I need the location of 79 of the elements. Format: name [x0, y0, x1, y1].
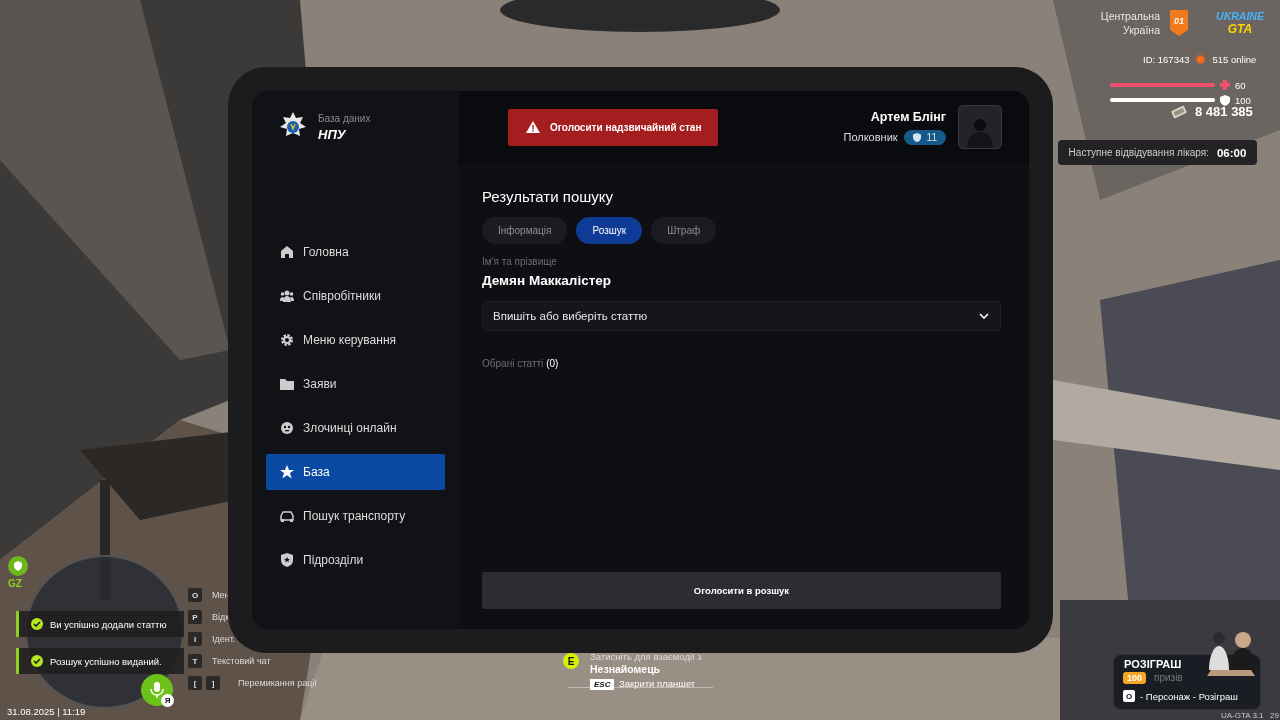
brand-title: НПУ — [318, 126, 347, 142]
nav-item[interactable]: База — [266, 454, 445, 490]
health-value: 60 — [1235, 80, 1246, 91]
mask-icon — [280, 421, 294, 435]
region-number: 01 — [1173, 16, 1185, 26]
check-icon — [31, 618, 43, 630]
close-hint: Закрити планшет — [619, 678, 696, 689]
cash-icon — [1171, 104, 1187, 119]
game-logo: UKRAINE GTA — [1215, 10, 1266, 38]
doctor-time: 06:00 — [1216, 146, 1247, 159]
field-label: Ім'я та прізвище — [482, 256, 558, 267]
car-icon — [280, 509, 294, 523]
folder-icon — [280, 377, 294, 391]
version-label: UA-GTA 3.1 — [1221, 711, 1264, 720]
article-select[interactable]: Впишіть або виберіть статтю — [482, 301, 1001, 331]
nav-item[interactable]: Меню керування — [266, 322, 445, 358]
doctor-label: Наступне відвідування лікаря: — [1068, 147, 1209, 158]
nav-item[interactable]: Заяви — [266, 366, 445, 402]
interaction-target: Незнайомець — [590, 663, 661, 675]
keybind-label: Ідент. — [212, 634, 236, 644]
interaction-hint: Затисніть для взаємодії з — [590, 651, 702, 662]
key-cap: ESC — [590, 679, 615, 690]
key-cap: P — [188, 610, 202, 624]
armor-value: 100 — [1235, 95, 1251, 106]
promo-path: - Персонаж - Розіграш — [1140, 690, 1238, 702]
region-name: Центральна Україна — [1100, 9, 1160, 37]
check-icon — [31, 655, 43, 667]
keybind-label: Перемикання рації — [238, 678, 317, 688]
date-time: 31.08.2025 | 11:19 — [7, 706, 86, 717]
notification-text: Розшук успішно виданий. — [50, 655, 162, 667]
online-dot-icon — [1197, 56, 1205, 63]
money-amount: 8 481 385 — [1195, 104, 1253, 119]
key-cap: O — [1123, 690, 1135, 702]
person-name: Демян Маккалістер — [482, 273, 613, 288]
shield-icon — [1220, 95, 1230, 106]
key-cap: [ — [188, 676, 202, 690]
wanted-button[interactable]: Оголосити в розшук — [482, 572, 1001, 609]
brand-subtitle: База даних — [318, 112, 371, 124]
shield-icon — [912, 132, 921, 142]
nav-item[interactable]: Головна — [266, 234, 445, 270]
nav-item[interactable]: Злочинці онлайн — [266, 410, 445, 446]
star-icon — [280, 465, 294, 479]
section-heading: Результати пошуку — [482, 188, 614, 205]
health-icon — [1220, 80, 1230, 91]
tab[interactable]: Розшук — [576, 217, 643, 244]
microphone-icon — [148, 680, 166, 700]
emergency-button[interactable]: Оголосити надзвичайний стан — [508, 108, 719, 146]
key-cap: T — [188, 654, 202, 668]
settings-icon — [280, 333, 294, 347]
tab[interactable]: Штраф — [651, 217, 717, 244]
prize-count: 100 — [1123, 672, 1147, 684]
nav-item[interactable]: Співробітники — [266, 278, 445, 314]
key-cap: ] — [206, 676, 220, 690]
level-badge: 11 — [903, 129, 946, 145]
people-icon — [280, 289, 294, 303]
zone-shield-icon — [8, 556, 28, 576]
corner-number: 29 — [1270, 711, 1279, 720]
home-icon — [280, 245, 294, 259]
warning-icon — [526, 121, 540, 133]
shield-icon — [280, 553, 294, 567]
selected-articles-label: Обрані статті (0) — [482, 358, 560, 369]
person-silhouette-icon — [965, 116, 995, 148]
keybind-label: Текстовий чат — [212, 656, 271, 666]
player-id: ID: 167343 — [1143, 54, 1190, 65]
chevron-down-icon — [979, 313, 989, 319]
notification-text: Ви успішно додали статтю — [50, 618, 167, 630]
promo-title: РОЗІГРАШ — [1124, 658, 1182, 670]
prize-label: призів — [1154, 672, 1183, 683]
nav-item[interactable]: Пошук транспорту — [266, 498, 445, 534]
zone-label: GZ — [8, 578, 22, 589]
keybind-label: Відк — [212, 612, 230, 622]
tab[interactable]: Інформація — [482, 217, 568, 244]
nav-item[interactable]: Підрозділи — [266, 542, 445, 578]
key-cap: I — [188, 632, 202, 646]
user-rank: Полковник — [843, 131, 898, 143]
user-name: Артем Блінг — [870, 109, 946, 124]
online-count: 515 online — [1212, 54, 1257, 65]
key-cap: O — [188, 588, 202, 602]
region-badge-icon — [1170, 10, 1188, 36]
